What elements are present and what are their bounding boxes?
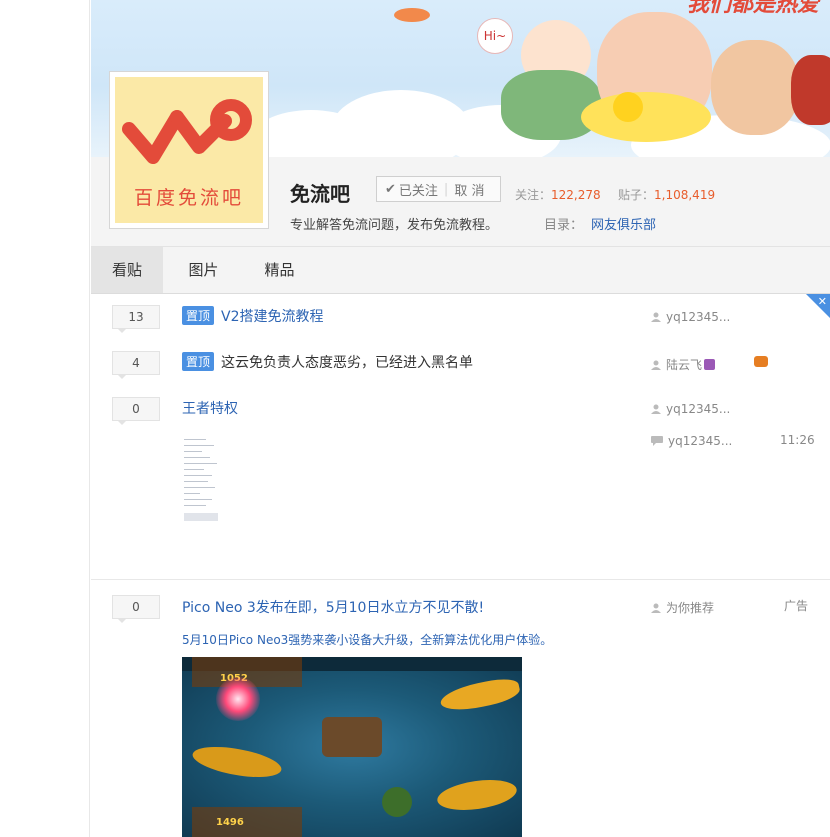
follow-count: 关注：122,278: [515, 186, 601, 203]
thumb-line: [184, 457, 210, 458]
fish-sprite: [438, 674, 522, 716]
cartoon-ring: [581, 92, 711, 142]
close-icon[interactable]: ✕: [806, 294, 830, 318]
thumb-line: [184, 445, 214, 446]
logo-text: 百度免流吧: [133, 187, 244, 209]
post-thumbnail[interactable]: [182, 435, 220, 527]
left-margin: [0, 0, 90, 837]
fish-sprite: [190, 741, 284, 783]
user-icon: [651, 312, 661, 322]
forum-name: 免流吧: [290, 182, 350, 206]
ufo-icon: [394, 8, 430, 22]
divider: [91, 579, 830, 580]
thumb-line: [184, 487, 215, 488]
ad-badge: 广告: [784, 599, 809, 613]
user-icon: [651, 360, 661, 370]
follow-button[interactable]: ✔ 已关注 | 取 消: [376, 176, 501, 202]
author-name: yq12345...: [666, 402, 731, 416]
thumb-line: [184, 463, 217, 464]
post-title-row: 王者特权: [182, 398, 238, 418]
tab-featured[interactable]: 精品: [247, 247, 312, 293]
seaweed: [382, 787, 412, 817]
thumb-line: [184, 475, 212, 476]
post-author: 为你推荐: [651, 599, 714, 616]
author-name: yq12345...: [668, 434, 733, 448]
ad-subtitle[interactable]: 5月10日Pico Neo3强势来袭小设备大升级，全新算法优化用户体验。: [182, 631, 552, 648]
forum-description: 专业解答免流问题，发布免流教程。: [290, 218, 499, 233]
catalog-label: 目录：: [544, 218, 584, 233]
last-reply-time: 11:26: [780, 433, 815, 447]
follow-count-value: 122,278: [551, 188, 601, 202]
post-title[interactable]: V2搭建免流教程: [221, 309, 323, 325]
thumb-line: [184, 493, 200, 494]
post-title-row: Pico Neo 3发布在即，5月10日水立方不见不散!: [182, 597, 484, 617]
post-title[interactable]: 这云免负责人态度恶劣，已经进入黑名单: [221, 355, 473, 371]
wo-logo-icon: [122, 99, 252, 164]
post-title[interactable]: 王者特权: [182, 401, 238, 417]
thumb-line: [184, 451, 202, 452]
cartoon-body: [501, 70, 601, 140]
post-title-row: 置顶 这云免负责人态度恶劣，已经进入黑名单: [182, 352, 473, 372]
author-name: yq12345...: [666, 310, 731, 324]
hi-text: Hi~: [483, 29, 507, 43]
pinned-tag: 置顶: [182, 352, 215, 371]
separator: |: [443, 181, 449, 197]
catalog: 目录： 网友俱乐部: [544, 214, 656, 233]
tab-images[interactable]: 图片: [171, 247, 236, 293]
user-icon: [651, 404, 661, 414]
check-icon: ✔: [385, 181, 396, 197]
post-count: 贴子：1,108,419: [618, 186, 715, 203]
player-panel: [192, 807, 302, 837]
unfollow-button[interactable]: 取 消: [454, 180, 484, 199]
forum-logo: 百度免流吧: [109, 71, 269, 229]
treasure-chest: [322, 717, 382, 757]
reply-count: 13: [112, 305, 160, 333]
user-icon: [651, 603, 661, 613]
cartoon-friend: [791, 55, 830, 125]
hi-bubble: Hi~: [477, 18, 513, 54]
reply-count: 0: [112, 397, 160, 425]
tab-posts[interactable]: 看贴: [91, 247, 163, 293]
reply-icon: [651, 436, 663, 446]
fish-sprite: [435, 775, 519, 815]
post-author[interactable]: yq12345...: [651, 402, 730, 416]
member-badge-icon: [704, 359, 716, 370]
reply-count: 4: [112, 351, 160, 379]
post-author[interactable]: yq12345...: [651, 310, 730, 324]
thumb-line: [184, 439, 206, 440]
pinned-tag: 置顶: [182, 306, 215, 325]
post-count-value: 1,108,419: [654, 188, 716, 202]
thumb-line: [184, 499, 212, 500]
banner-text: 我们都是热爱: [687, 0, 820, 17]
thumb-line: [184, 505, 206, 506]
post-author[interactable]: 陆云飞: [651, 356, 716, 373]
last-reply-author[interactable]: yq12345...: [651, 434, 732, 448]
post-title-row: 置顶 V2搭建免流教程: [182, 306, 324, 326]
ad-title[interactable]: Pico Neo 3发布在即，5月10日水立方不见不散!: [182, 600, 484, 616]
cartoon-bear: [711, 40, 799, 135]
thumb-line: [184, 481, 208, 482]
explosion-effect: [216, 677, 260, 721]
ad-image[interactable]: 1052 1496: [182, 657, 522, 837]
thumb-line: [184, 513, 218, 521]
game-icon: [754, 356, 768, 367]
author-name: 陆云飞: [666, 358, 703, 372]
author-name: 为你推荐: [666, 601, 715, 615]
player-score: 1496: [216, 817, 244, 828]
thumb-line: [184, 469, 204, 470]
follow-count-label: 关注：: [515, 188, 552, 202]
logo-image: 百度免流吧: [115, 77, 263, 223]
follow-label: 已关注: [398, 183, 438, 199]
reply-count: 0: [112, 595, 160, 623]
duck-icon: [613, 92, 643, 122]
catalog-link[interactable]: 网友俱乐部: [591, 218, 656, 233]
post-count-label: 贴子：: [618, 188, 655, 202]
tab-bar: 看贴 图片 精品: [91, 247, 830, 294]
